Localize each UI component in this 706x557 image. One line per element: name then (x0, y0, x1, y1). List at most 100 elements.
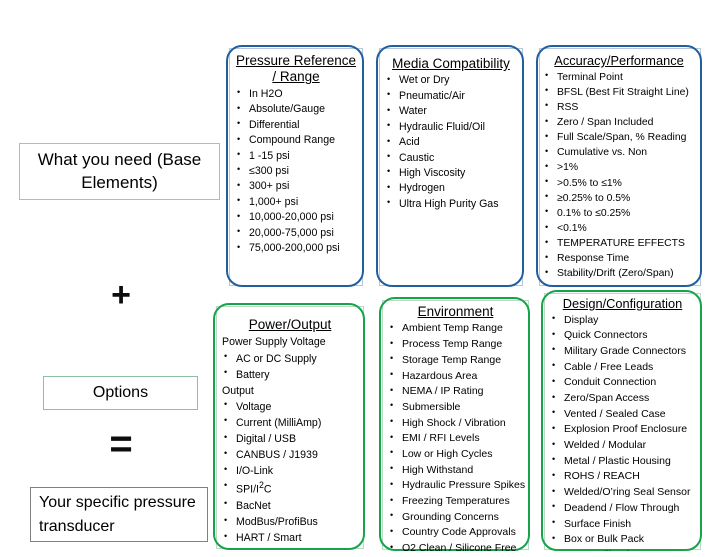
card-item: Conduit Connection (548, 375, 697, 391)
card-item: Metal / Plastic Housing (548, 453, 697, 470)
card-item: Storage Temp Range (386, 352, 525, 369)
card-item: CANBUS / J1939 (220, 447, 360, 463)
card-item: Terminal Point (541, 69, 697, 85)
card-item: Ambient Temp Range (386, 321, 525, 337)
card-item: TEMPERATURE EFFECTS (541, 236, 697, 251)
card-item: <0.1% (541, 221, 697, 236)
card-design-configuration: Design/Configuration DisplayQuick Connec… (541, 290, 702, 551)
card-item: Surface Finish (548, 516, 697, 533)
card-item: High Viscosity (383, 165, 519, 181)
card-item: RSS (541, 99, 697, 115)
card-item: Current (MilliAmp) (220, 414, 360, 431)
card-item: 300+ psi (233, 179, 359, 194)
card-item: 1,000+ psi (233, 194, 359, 210)
card-item: Differential (233, 117, 359, 133)
card-title: Environment (417, 304, 494, 319)
card-item: Water (383, 104, 519, 119)
card-title: Design/Configuration (562, 296, 683, 311)
card-item: Welded / Modular (548, 438, 697, 454)
card-title: Accuracy/Performance (554, 53, 684, 68)
card-item: ROHS / REACH (548, 469, 697, 485)
card-item: Quick Connectors (548, 328, 697, 344)
card-item: Freezing Temperatures (386, 494, 525, 510)
card-item-list: Wet or DryPneumatic/AirWaterHydraulic Fl… (383, 73, 519, 212)
card-item-list: Terminal PointBFSL (Best Fit Straight Li… (541, 69, 697, 282)
card-item: O2 Clean / Silicone Free (386, 541, 525, 551)
card-item: Zero / Span Included (541, 115, 697, 130)
card-item: Process Temp Range (386, 337, 525, 353)
card-item: High Withstand (386, 462, 525, 479)
card-item: Wet or Dry (383, 73, 519, 88)
card-item: Box or Bulk Pack (548, 532, 697, 548)
card-accuracy-performance: Accuracy/Performance Terminal PointBFSL … (536, 45, 702, 287)
card-item: EMI / RFI Levels (386, 431, 525, 447)
card-item: Voltage (220, 398, 360, 415)
card-item: Cumulative vs. Non (541, 145, 697, 160)
card-item: ≤300 psi (233, 163, 359, 179)
card-item: Pneumatic/Air (383, 88, 519, 104)
card-item: ≥0.25% to 0.5% (541, 190, 697, 206)
card-pressure-reference-range: Pressure Reference / Range In H2OAbsolut… (226, 45, 364, 287)
options-box: Options (43, 376, 198, 410)
card-item: Welded/O’ring Seal Sensor (548, 485, 697, 501)
base-elements-label: What you need (Base Elements) (37, 149, 202, 192)
card-item: Hydraulic Fluid/Oil (383, 119, 519, 135)
card-item: Vented / Sealed Case (548, 406, 697, 423)
card-item: >1% (541, 160, 697, 175)
card-item: Response Time (541, 251, 697, 266)
card-item: I/O-Link (220, 463, 360, 479)
card-item: High Shock / Vibration (386, 415, 525, 432)
card-item: 0.1% to ≤0.25% (541, 205, 697, 221)
card-item: Caustic (383, 150, 519, 166)
card-item: Low or High Cycles (386, 446, 525, 463)
base-elements-box: What you need (Base Elements) (19, 143, 220, 200)
card-item-list: Power Supply VoltageAC or DC SupplyBatte… (220, 334, 360, 546)
plus-icon: + (111, 276, 131, 314)
card-item-list: Ambient Temp RangeProcess Temp RangeStor… (386, 321, 525, 551)
card-item: 1 -15 psi (233, 148, 359, 164)
card-title: Pressure Reference / Range (235, 53, 357, 85)
card-item: Zero/Span Access (548, 391, 697, 407)
card-item: Submersible (386, 399, 525, 416)
card-item: Full Scale/Span, % Reading (541, 130, 697, 145)
card-item: Digital / USB (220, 431, 360, 447)
card-item: Deadend / Flow Through (548, 500, 697, 517)
card-item: Grounding Concerns (386, 509, 525, 526)
card-item: Hydraulic Pressure Spikes (386, 478, 525, 494)
card-item: 10,000-20,000 psi (233, 210, 359, 225)
card-item-list: DisplayQuick ConnectorsMilitary Grade Co… (548, 312, 697, 551)
card-item: Compound Range (233, 133, 359, 148)
card-item: Battery (220, 366, 360, 383)
card-media-compatibility: Media Compatibility Wet or DryPneumatic/… (376, 45, 524, 287)
superscript: 2 (258, 480, 264, 491)
card-item: 20,000-75,000 psi (233, 225, 359, 241)
card-power-output: Power/Output Power Supply VoltageAC or D… (213, 303, 365, 550)
card-item: Cable / Free Leads (548, 359, 697, 376)
card-item: Ultra High Purity Gas (383, 196, 519, 212)
card-item: Output (222, 384, 254, 397)
card-title: Power/Output (248, 317, 332, 332)
card-title: Media Compatibility (392, 56, 510, 71)
card-item: AC or DC Supply (220, 350, 360, 367)
card-item: Hydrogen (383, 181, 519, 196)
card-item: Absolute/Gauge (233, 102, 359, 117)
card-item: Stability/Drift (Zero/Span) (541, 266, 697, 281)
card-item: 75,000-200,000 psi (233, 240, 359, 256)
card-item: Display (548, 312, 697, 329)
equals-icon: = (109, 422, 133, 466)
card-item: BacNet (220, 497, 360, 514)
card-item: HART / Smart (220, 530, 360, 546)
card-item: BFSL (Best Fit Straight Line) (541, 84, 697, 100)
card-item: Hazardous Area (386, 368, 525, 385)
card-item: >0.5% to ≤1% (541, 175, 697, 191)
options-label: Options (92, 384, 149, 402)
card-item: SPI/I2C (220, 479, 360, 498)
card-item-list: In H2OAbsolute/GaugeDifferentialCompound… (233, 86, 359, 256)
card-item: ModBus/ProfiBus (220, 514, 360, 530)
card-item: Military Grade Connectors (548, 343, 697, 360)
card-item: Explosion Proof Enclosure (548, 422, 697, 438)
card-item: In H2O (233, 86, 359, 102)
card-item: Country Code Approvals (386, 525, 525, 541)
card-environment: Environment Ambient Temp RangeProcess Te… (379, 297, 530, 551)
result-box: Your specific pressure transducer (30, 487, 208, 542)
